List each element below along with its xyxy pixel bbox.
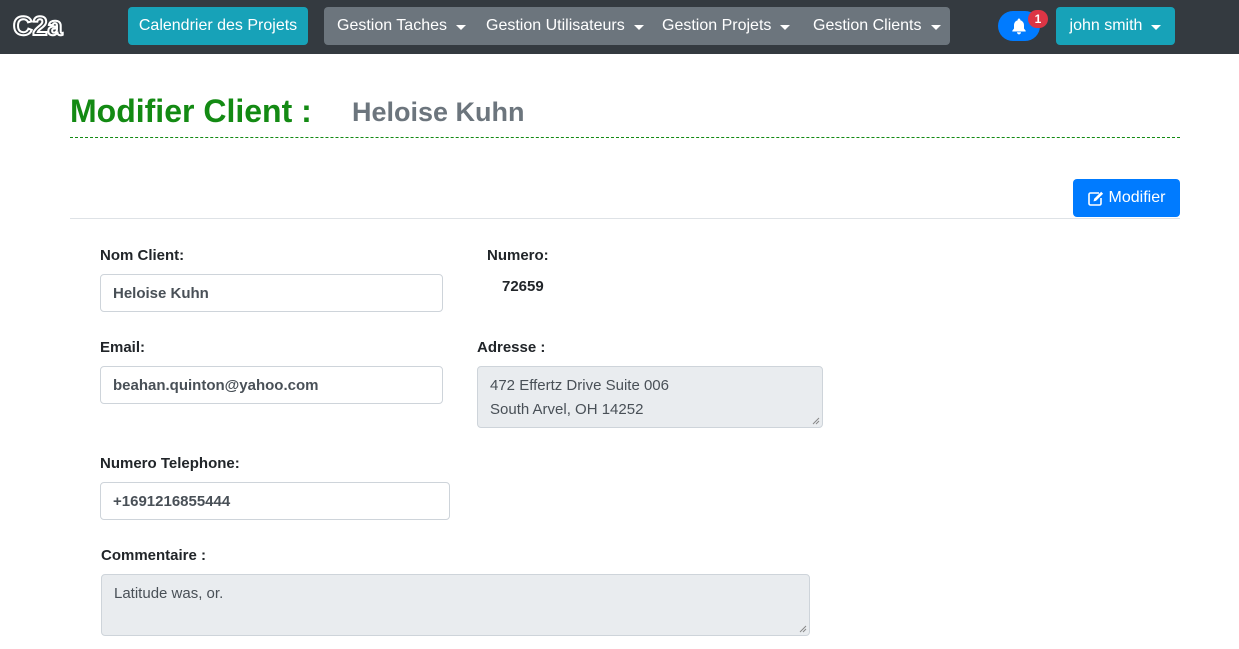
adresse-line-2: South Arvel, OH 14252 [490, 401, 644, 418]
calendar-button-label: Calendrier des Projets [138, 17, 298, 34]
telephone-input[interactable]: +1691216855444 [100, 482, 450, 520]
adresse-line-1: 472 Effertz Drive Suite 006 [490, 377, 669, 394]
edit-icon [1087, 191, 1103, 206]
management-menu-group: Gestion Taches Gestion Utilisateurs Gest… [324, 7, 950, 45]
caret-down-icon [780, 24, 791, 30]
menu-label: Gestion Taches [337, 17, 447, 34]
nom-client-label: Nom Client: [100, 247, 185, 264]
page-title: Modifier Client : [70, 93, 312, 129]
email-label: Email: [100, 339, 146, 356]
notification-count-badge: 1 [1028, 10, 1048, 28]
caret-down-icon [456, 24, 466, 30]
email-value: beahan.quinton@yahoo.com [113, 376, 319, 394]
email-input[interactable]: beahan.quinton@yahoo.com [100, 366, 443, 404]
nom-client-value: Heloise Kuhn [113, 284, 209, 302]
edit-button[interactable]: Modifier [1073, 179, 1180, 217]
menu-gestion-taches[interactable]: Gestion Taches [324, 7, 473, 45]
adresse-textarea[interactable]: 472 Effertz Drive Suite 006 South Arvel,… [477, 366, 823, 428]
menu-gestion-utilisateurs[interactable]: Gestion Utilisateurs [473, 7, 649, 45]
resize-handle-icon[interactable] [812, 417, 820, 425]
menu-label: Gestion Utilisateurs [486, 17, 625, 34]
caret-down-icon [633, 24, 644, 30]
menu-label: Gestion Clients [813, 17, 922, 34]
user-menu-button[interactable]: john smith [1056, 7, 1175, 45]
user-menu-label: john smith [1069, 17, 1143, 34]
logo-icon[interactable]: C2a [13, 11, 65, 41]
adresse-label: Adresse : [477, 339, 546, 356]
commentaire-textarea[interactable]: Latitude was, or. [101, 574, 810, 636]
title-divider [70, 137, 1180, 138]
client-name-heading: Heloise Kuhn [352, 97, 525, 127]
commentaire-label: Commentaire : [101, 547, 207, 564]
commentaire-value: Latitude was, or. [114, 585, 224, 602]
menu-gestion-projets[interactable]: Gestion Projets [649, 7, 800, 45]
section-divider [70, 218, 1180, 219]
menu-gestion-clients[interactable]: Gestion Clients [800, 7, 950, 45]
bell-icon [1012, 18, 1026, 35]
numero-label: Numero: [487, 247, 549, 264]
caret-down-icon [930, 24, 941, 30]
calendar-button[interactable]: Calendrier des Projets [128, 7, 308, 45]
edit-button-label: Modifier [1108, 189, 1166, 206]
nom-client-input[interactable]: Heloise Kuhn [100, 274, 443, 312]
caret-down-icon [1151, 24, 1162, 30]
navbar: C2a Calendrier des Projets Gestion Tache… [0, 0, 1239, 54]
menu-label: Gestion Projets [662, 17, 772, 34]
telephone-label: Numero Telephone: [100, 455, 240, 472]
numero-value: 72659 [502, 278, 544, 295]
telephone-value: +1691216855444 [113, 492, 231, 510]
resize-handle-icon[interactable] [799, 625, 807, 633]
svg-text:C2a: C2a [13, 11, 64, 41]
